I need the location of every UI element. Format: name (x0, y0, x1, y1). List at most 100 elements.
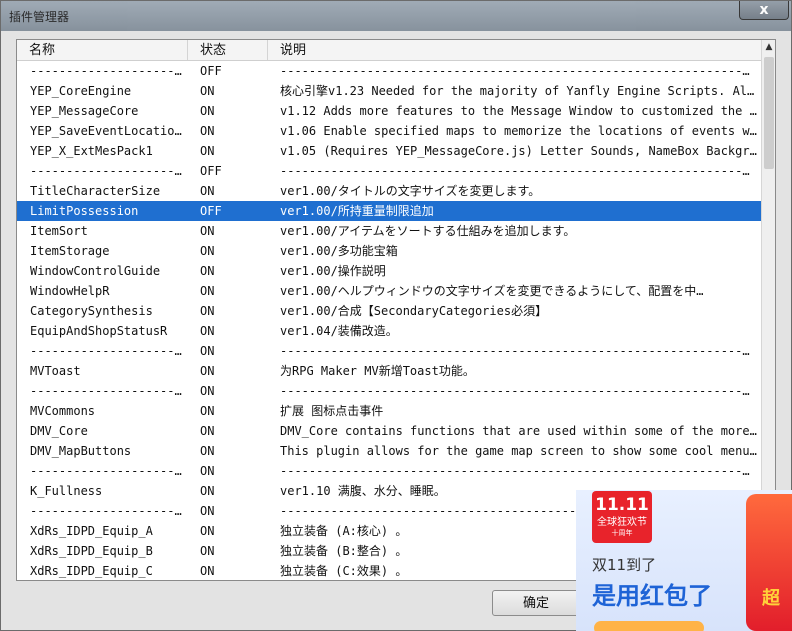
promo-side-text: 超 (762, 588, 780, 609)
plugin-status: ON (200, 104, 215, 118)
plugin-description: ver1.00/ヘルプウィンドウの文字サイズを変更できるようにして、配置を中… (280, 284, 704, 298)
plugin-description: v1.06 Enable specified maps to memorize … (280, 124, 758, 138)
plugin-row[interactable]: ItemSort ON ver1.00/アイテムをソートする仕組みを追加します。 (17, 221, 761, 241)
plugin-description: 扩展 图标点击事件 (280, 404, 384, 418)
plugin-status: ON (200, 264, 215, 278)
plugin-name: YEP_MessageCore (30, 104, 139, 118)
plugin-status: ON (200, 364, 215, 378)
list-header: 名称 状态 说明 (17, 40, 761, 61)
plugin-description: ----------------------------------------… (280, 384, 750, 398)
plugin-row[interactable]: TitleCharacterSize ON ver1.00/タイトルの文字サイズを変… (17, 181, 761, 201)
plugin-status: ON (200, 144, 215, 158)
plugin-row[interactable]: ----------------------… ON ---------------… (17, 381, 761, 401)
plugin-status: ON (200, 344, 215, 358)
plugin-name: WindowHelpR (30, 284, 110, 298)
title-bar[interactable]: 插件管理器 x (1, 1, 791, 31)
promo-headline: 双11到了 (592, 556, 657, 574)
plugin-status: ON (200, 84, 215, 98)
plugin-name: XdRs_IDPD_Equip_C (30, 564, 153, 578)
plugin-name: DMV_MapButtons (30, 444, 132, 458)
plugin-row[interactable]: MVCommons ON 扩展 图标点击事件 (17, 401, 761, 421)
plugin-name: ItemStorage (30, 244, 110, 258)
plugin-name: ItemSort (30, 224, 88, 238)
plugin-description: 为RPG Maker MV新增Toast功能。 (280, 364, 475, 378)
plugin-row[interactable]: YEP_MessageCore ON v1.12 Adds more feature… (17, 101, 761, 121)
plugin-description: ----------------------------------------… (280, 64, 750, 78)
plugin-name: LimitPossession (30, 204, 139, 218)
plugin-description: ver1.04/装備改造。 (280, 324, 398, 338)
ok-button[interactable]: 确定 (492, 590, 580, 616)
plugin-status: ON (200, 304, 215, 318)
plugin-row[interactable]: WindowControlGuide ON ver1.00/操作説明 (17, 261, 761, 281)
window-title: 插件管理器 (9, 10, 70, 24)
plugin-description: DMV_Core contains functions that are use… (280, 424, 758, 438)
plugin-row[interactable]: ----------------------… ON ---------------… (17, 461, 761, 481)
plugin-description: ver1.00/タイトルの文字サイズを変更します。 (280, 184, 541, 198)
plugin-status: ON (200, 124, 215, 138)
plugin-description: ver1.00/所持重量制限追加 (280, 204, 434, 218)
plugin-description: This plugin allows for the game map scre… (280, 444, 758, 458)
plugin-name: EquipAndShopStatusR (30, 324, 168, 338)
plugin-row[interactable]: ----------------------… ON ---------------… (17, 341, 761, 361)
plugin-name: XdRs_IDPD_Equip_B (30, 544, 153, 558)
plugin-description: v1.05 (Requires YEP_MessageCore.js) Lett… (280, 144, 758, 158)
plugin-status: OFF (200, 204, 222, 218)
plugin-row[interactable]: EquipAndShopStatusR ON ver1.04/装備改造。 (17, 321, 761, 341)
plugin-status: ON (200, 284, 215, 298)
plugin-status: ON (200, 384, 215, 398)
plugin-status: OFF (200, 164, 222, 178)
plugin-status: ON (200, 244, 215, 258)
plugin-name: YEP_SaveEventLocations (30, 124, 188, 138)
plugin-name: TitleCharacterSize (30, 184, 161, 198)
plugin-status: ON (200, 524, 215, 538)
plugin-status: ON (200, 404, 215, 418)
plugin-description: ver1.00/合成【SecondaryCategories必須】 (280, 304, 548, 318)
plugin-name: ----------------------… (30, 504, 188, 518)
red-envelope-icon (746, 494, 792, 631)
scrollbar-thumb[interactable] (764, 57, 774, 169)
column-header-description[interactable]: 说明 (268, 40, 761, 60)
plugin-status: ON (200, 464, 215, 478)
plugin-row[interactable]: YEP_X_ExtMesPack1 ON v1.05 (Requires YEP_M… (17, 141, 761, 161)
plugin-status: ON (200, 484, 215, 498)
promo-logo-title: 全球狂欢节 (597, 517, 647, 528)
plugin-name: MVToast (30, 364, 81, 378)
promo-logo-subtitle: 十周年 (611, 529, 633, 537)
scroll-up-arrow-icon[interactable]: ▲ (762, 40, 775, 54)
plugin-status: ON (200, 184, 215, 198)
plugin-row[interactable]: MVToast ON 为RPG Maker MV新增Toast功能。 (17, 361, 761, 381)
plugin-status: ON (200, 564, 215, 578)
plugin-name: ----------------------… (30, 64, 188, 78)
column-header-name[interactable]: 名称 (17, 40, 188, 60)
plugin-row[interactable]: CategorySynthesis ON ver1.00/合成【SecondaryC… (17, 301, 761, 321)
plugin-description: 核心引擎v1.23 Needed for the majority of Yan… (280, 84, 758, 98)
plugin-row[interactable]: ----------------------… OFF --------------… (17, 161, 761, 181)
close-button[interactable]: x (739, 1, 789, 20)
plugin-row[interactable]: ----------------------… OFF --------------… (17, 61, 761, 81)
plugin-name: ----------------------… (30, 464, 188, 478)
plugin-row[interactable]: YEP_CoreEngine ON 核心引擎v1.23 Needed for the… (17, 81, 761, 101)
plugin-description: ver1.00/多功能宝箱 (280, 244, 398, 258)
promo-logo: 11.11 全球狂欢节 十周年 (592, 491, 652, 543)
plugin-row[interactable]: YEP_SaveEventLocations ON v1.06 Enable spe… (17, 121, 761, 141)
plugin-name: ----------------------… (30, 164, 188, 178)
plugin-name: XdRs_IDPD_Equip_A (30, 524, 153, 538)
plugin-row[interactable]: LimitPossession OFF ver1.00/所持重量制限追加 (17, 201, 761, 221)
plugin-status: ON (200, 424, 215, 438)
column-header-status[interactable]: 状态 (188, 40, 268, 60)
promo-cta-bar[interactable] (594, 621, 704, 631)
plugin-row[interactable]: ItemStorage ON ver1.00/多功能宝箱 (17, 241, 761, 261)
plugin-status: ON (200, 544, 215, 558)
plugin-description: ver1.00/アイテムをソートする仕組みを追加します。 (280, 224, 576, 238)
plugin-description: ----------------------------------------… (280, 164, 750, 178)
plugin-row[interactable]: DMV_MapButtons ON This plugin allows for t… (17, 441, 761, 461)
plugin-name: MVCommons (30, 404, 96, 418)
plugin-name: ----------------------… (30, 384, 188, 398)
promo-ad-banner[interactable]: 11.11 全球狂欢节 十周年 双11到了 是用红包了 超 (576, 490, 792, 631)
plugin-name: CategorySynthesis (30, 304, 153, 318)
plugin-status: ON (200, 444, 215, 458)
promo-logo-date: 11.11 (595, 495, 649, 515)
plugin-row[interactable]: DMV_Core ON DMV_Core contains functions th… (17, 421, 761, 441)
plugin-status: ON (200, 324, 215, 338)
plugin-row[interactable]: WindowHelpR ON ver1.00/ヘルプウィンドウの文字サイズを変更でき… (17, 281, 761, 301)
